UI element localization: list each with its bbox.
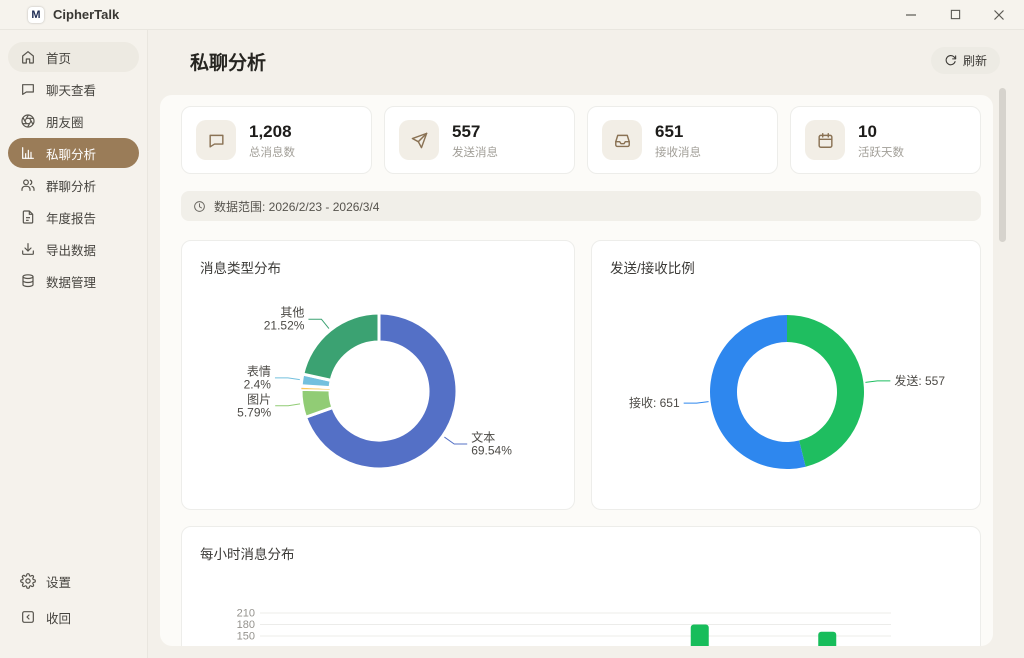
chart-card-hourly-distribution: 每小时消息分布 210180150: [181, 526, 981, 646]
stat-card-received-messages: 651 接收消息: [587, 106, 778, 174]
svg-text:接收: 651: 接收: 651: [629, 395, 680, 410]
refresh-icon: [944, 54, 957, 67]
gear-icon: [20, 573, 36, 589]
stat-label: 发送消息: [452, 144, 498, 160]
chart-card-message-types: 消息类型分布 文本69.54%图片5.79%表情2.4%其他21.52%: [181, 240, 575, 510]
chat-icon: [20, 81, 36, 97]
chart-card-send-receive-ratio: 发送/接收比例 发送: 557接收: 651: [591, 240, 981, 510]
svg-text:图片5.79%: 图片5.79%: [237, 392, 271, 419]
hourly-bar-chart: 210180150: [182, 527, 980, 646]
refresh-button[interactable]: 刷新: [931, 47, 1000, 74]
sidebar-item-label: 私聊分析: [46, 144, 96, 163]
collapse-icon: [20, 609, 36, 625]
vertical-scrollbar-thumb[interactable]: [999, 88, 1006, 242]
page-title: 私聊分析: [190, 48, 266, 75]
maximize-icon[interactable]: [944, 4, 966, 26]
svg-text:210: 210: [237, 608, 255, 620]
sidebar-item-label: 群聊分析: [46, 176, 96, 195]
stat-card-sent-messages: 557 发送消息: [384, 106, 575, 174]
sidebar-item-home[interactable]: 首页: [8, 42, 139, 72]
refresh-button-label: 刷新: [963, 52, 987, 69]
sidebar-item-label: 收回: [46, 608, 71, 627]
sidebar-item-collapse[interactable]: 收回: [8, 602, 139, 632]
svg-text:文本69.54%: 文本69.54%: [471, 429, 512, 457]
minimize-icon[interactable]: [900, 4, 922, 26]
window-controls: [900, 4, 1010, 26]
svg-text:发送: 557: 发送: 557: [894, 373, 945, 388]
sidebar: 首页 聊天查看 朋友圈 私聊分析 群聊分析 年度报告 导出数据 数据管理 设置 …: [0, 30, 148, 658]
chart-title: 每小时消息分布: [200, 543, 295, 563]
svg-text:180: 180: [237, 619, 255, 631]
sidebar-item-moments[interactable]: 朋友圈: [8, 106, 139, 136]
send-icon: [399, 120, 439, 160]
aperture-icon: [20, 113, 36, 129]
sidebar-item-export-data[interactable]: 导出数据: [8, 234, 139, 264]
charts-row: 消息类型分布 文本69.54%图片5.79%表情2.4%其他21.52% 发送/…: [181, 240, 981, 510]
sidebar-item-label: 朋友圈: [46, 112, 84, 131]
stat-label: 活跃天数: [858, 144, 904, 160]
sidebar-item-label: 数据管理: [46, 272, 96, 291]
stat-card-total-messages: 1,208 总消息数: [181, 106, 372, 174]
message-type-donut-chart: 文本69.54% 图片5.79%表情2.4% 其他21.52%: [182, 241, 576, 511]
sidebar-item-settings[interactable]: 设置: [8, 566, 139, 596]
stat-value: 10: [858, 121, 904, 142]
stats-row: 1,208 总消息数 557 发送消息 651 接收消息 10 活跃天数: [181, 106, 981, 174]
stat-label: 接收消息: [655, 144, 701, 160]
sidebar-item-label: 设置: [46, 572, 71, 591]
users-icon: [20, 177, 36, 193]
calendar-icon: [805, 120, 845, 160]
download-icon: [20, 241, 36, 257]
sidebar-item-private-chat-analysis[interactable]: 私聊分析: [8, 138, 139, 168]
message-icon: [196, 120, 236, 160]
sidebar-item-label: 年度报告: [46, 208, 96, 227]
report-icon: [20, 209, 36, 225]
app-title: CipherTalk: [53, 7, 119, 22]
close-icon[interactable]: [988, 4, 1010, 26]
send-receive-donut-chart: 发送: 557 接收: 651: [592, 241, 982, 511]
sidebar-item-label: 聊天查看: [46, 80, 96, 99]
home-icon: [20, 49, 36, 65]
sidebar-item-chat-view[interactable]: 聊天查看: [8, 74, 139, 104]
sidebar-item-group-chat-analysis[interactable]: 群聊分析: [8, 170, 139, 200]
stat-value: 557: [452, 121, 498, 142]
inbox-icon: [602, 120, 642, 160]
clock-icon: [193, 200, 206, 213]
svg-text:其他21.52%: 其他21.52%: [264, 306, 305, 333]
content-panel: 1,208 总消息数 557 发送消息 651 接收消息 10 活跃天数: [160, 95, 993, 646]
app-brand: M CipherTalk: [28, 7, 119, 23]
sidebar-item-label: 首页: [46, 48, 71, 67]
stat-value: 651: [655, 121, 701, 142]
sidebar-item-data-management[interactable]: 数据管理: [8, 266, 139, 296]
app-logo-icon: M: [28, 7, 44, 23]
sidebar-item-annual-report[interactable]: 年度报告: [8, 202, 139, 232]
svg-text:表情2.4%: 表情2.4%: [244, 364, 272, 391]
stat-card-active-days: 10 活跃天数: [790, 106, 981, 174]
date-range-bar: 数据范围: 2026/2/23 - 2026/3/4: [181, 191, 981, 221]
date-range-label: 数据范围: 2026/2/23 - 2026/3/4: [214, 198, 379, 215]
titlebar: M CipherTalk: [0, 0, 1024, 30]
stat-label: 总消息数: [249, 144, 295, 160]
sidebar-footer: 设置 收回: [8, 566, 139, 646]
stat-value: 1,208: [249, 121, 295, 142]
database-icon: [20, 273, 36, 289]
sidebar-item-label: 导出数据: [46, 240, 96, 259]
bar-chart-icon: [20, 145, 36, 161]
svg-text:150: 150: [237, 631, 255, 643]
